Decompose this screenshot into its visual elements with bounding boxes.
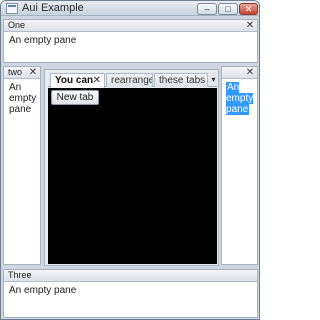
pane-two-text: An empty pane xyxy=(9,82,37,115)
pane-right: ✕ An empty pane xyxy=(221,66,258,265)
tab-these-tabs-label: these tabs xyxy=(159,75,206,86)
new-tab-button[interactable]: New tab xyxy=(51,90,99,105)
pane-two-close-icon[interactable]: ✕ xyxy=(28,67,38,78)
tab-you-can-label: You can xyxy=(55,75,94,86)
pane-two-title: two xyxy=(8,67,23,77)
pane-one-text: An empty pane xyxy=(9,35,77,46)
pane-right-caption[interactable]: ✕ xyxy=(222,67,257,79)
pane-three-caption[interactable]: Three xyxy=(4,270,257,282)
pane-three-text: An empty pane xyxy=(9,285,77,296)
pane-right-close-icon[interactable]: ✕ xyxy=(245,67,255,78)
pane-one: One ✕ An empty pane xyxy=(3,19,258,63)
pane-right-text: An empty pane xyxy=(226,82,257,115)
center-notebook: You can ✕ rearrange these tabs ▾ New tab xyxy=(44,69,219,266)
tab-rearrange[interactable]: rearrange xyxy=(106,73,153,87)
tab-content-canvas[interactable]: New tab xyxy=(48,88,217,264)
pane-one-close-icon[interactable]: ✕ xyxy=(245,20,255,31)
pane-three-title: Three xyxy=(8,270,32,280)
window-title: Aui Example xyxy=(22,2,84,14)
minimize-button[interactable]: – xyxy=(197,3,217,15)
tab-close-icon[interactable]: ✕ xyxy=(93,74,101,87)
app-window: Aui Example – □ ✕ One ✕ An empty pane tw… xyxy=(0,0,260,320)
pane-three: Three An empty pane xyxy=(3,269,258,318)
tab-strip: You can ✕ rearrange these tabs ▾ xyxy=(48,72,218,88)
selected-text[interactable]: An empty pane xyxy=(226,82,254,115)
pane-two: two ✕ An empty pane xyxy=(3,66,41,265)
maximize-button[interactable]: □ xyxy=(218,3,238,15)
tab-you-can[interactable]: You can ✕ xyxy=(50,73,105,88)
tab-these-tabs[interactable]: these tabs xyxy=(154,73,208,87)
pane-one-title: One xyxy=(8,20,26,30)
close-window-button[interactable]: ✕ xyxy=(239,3,258,15)
pane-two-caption[interactable]: two ✕ xyxy=(4,67,40,79)
title-bar[interactable]: Aui Example – □ ✕ xyxy=(1,1,259,16)
pane-one-caption[interactable]: One ✕ xyxy=(4,20,257,32)
tab-list-dropdown-icon[interactable]: ▾ xyxy=(209,74,218,86)
tab-rearrange-label: rearrange xyxy=(111,75,153,86)
app-icon xyxy=(6,3,18,14)
